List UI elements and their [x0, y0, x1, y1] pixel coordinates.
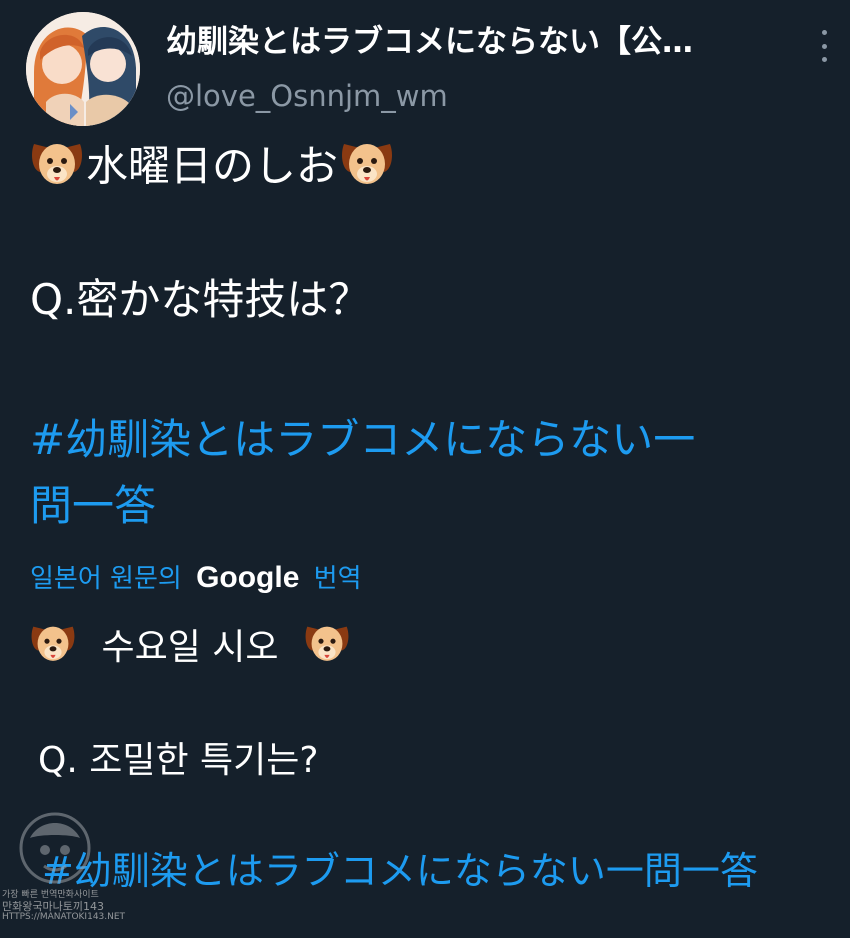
more-dot	[821, 30, 827, 35]
dog-face-emoji-icon	[28, 618, 78, 680]
translated-title-line: 수요일 시오	[28, 618, 352, 680]
translated-question: Q. 조밀한 특기는?	[38, 740, 319, 781]
watermark-line2: 만화왕국마나토끼143	[2, 900, 104, 913]
dog-face-emoji-icon	[338, 134, 396, 204]
watermark-text: 가장 빠른 번역만화사이트 만화왕국마나토끼143 HTTPS://MANATO…	[2, 890, 125, 923]
translation-suffix: 번역	[313, 564, 362, 594]
translation-prefix: 일본어 원문의	[30, 564, 182, 594]
tweet-question: Q.密かな特技は？	[30, 275, 371, 324]
more-dot	[821, 43, 827, 49]
account-name[interactable]: 幼馴染とはラブコメにならない【公…	[166, 20, 786, 64]
translation-attribution[interactable]: 일본어 원문의 Google 번역	[30, 560, 362, 597]
dog-face-emoji-icon	[28, 134, 86, 204]
tweet-day-text: 水曜日のしお	[86, 141, 339, 191]
tweet-hashtag-line1[interactable]: #幼馴染とはラブコメにならない一	[30, 412, 695, 468]
more-dot	[821, 57, 827, 62]
tweet-hashtag-line2[interactable]: 問一答	[30, 478, 156, 534]
avatar-illustration	[26, 12, 140, 126]
dog-face-emoji-icon	[302, 618, 352, 680]
google-logo: Google	[196, 561, 300, 594]
account-handle[interactable]: @love_Osnnjm_wm	[166, 76, 448, 116]
translated-hashtag[interactable]: #幼馴染とはラブコメにならない一問一答	[42, 846, 758, 896]
more-vertical-icon[interactable]	[812, 26, 836, 66]
tweet-header: 幼馴染とはラブコメにならない【公… @love_Osnnjm_wm	[0, 0, 850, 130]
translated-day-text: 수요일 시오	[101, 627, 279, 668]
avatar[interactable]	[26, 12, 140, 126]
tweet-line-title: 水曜日のしお	[28, 134, 396, 204]
watermark-line3: HTTPS://MANATOKI143.NET	[2, 912, 126, 922]
